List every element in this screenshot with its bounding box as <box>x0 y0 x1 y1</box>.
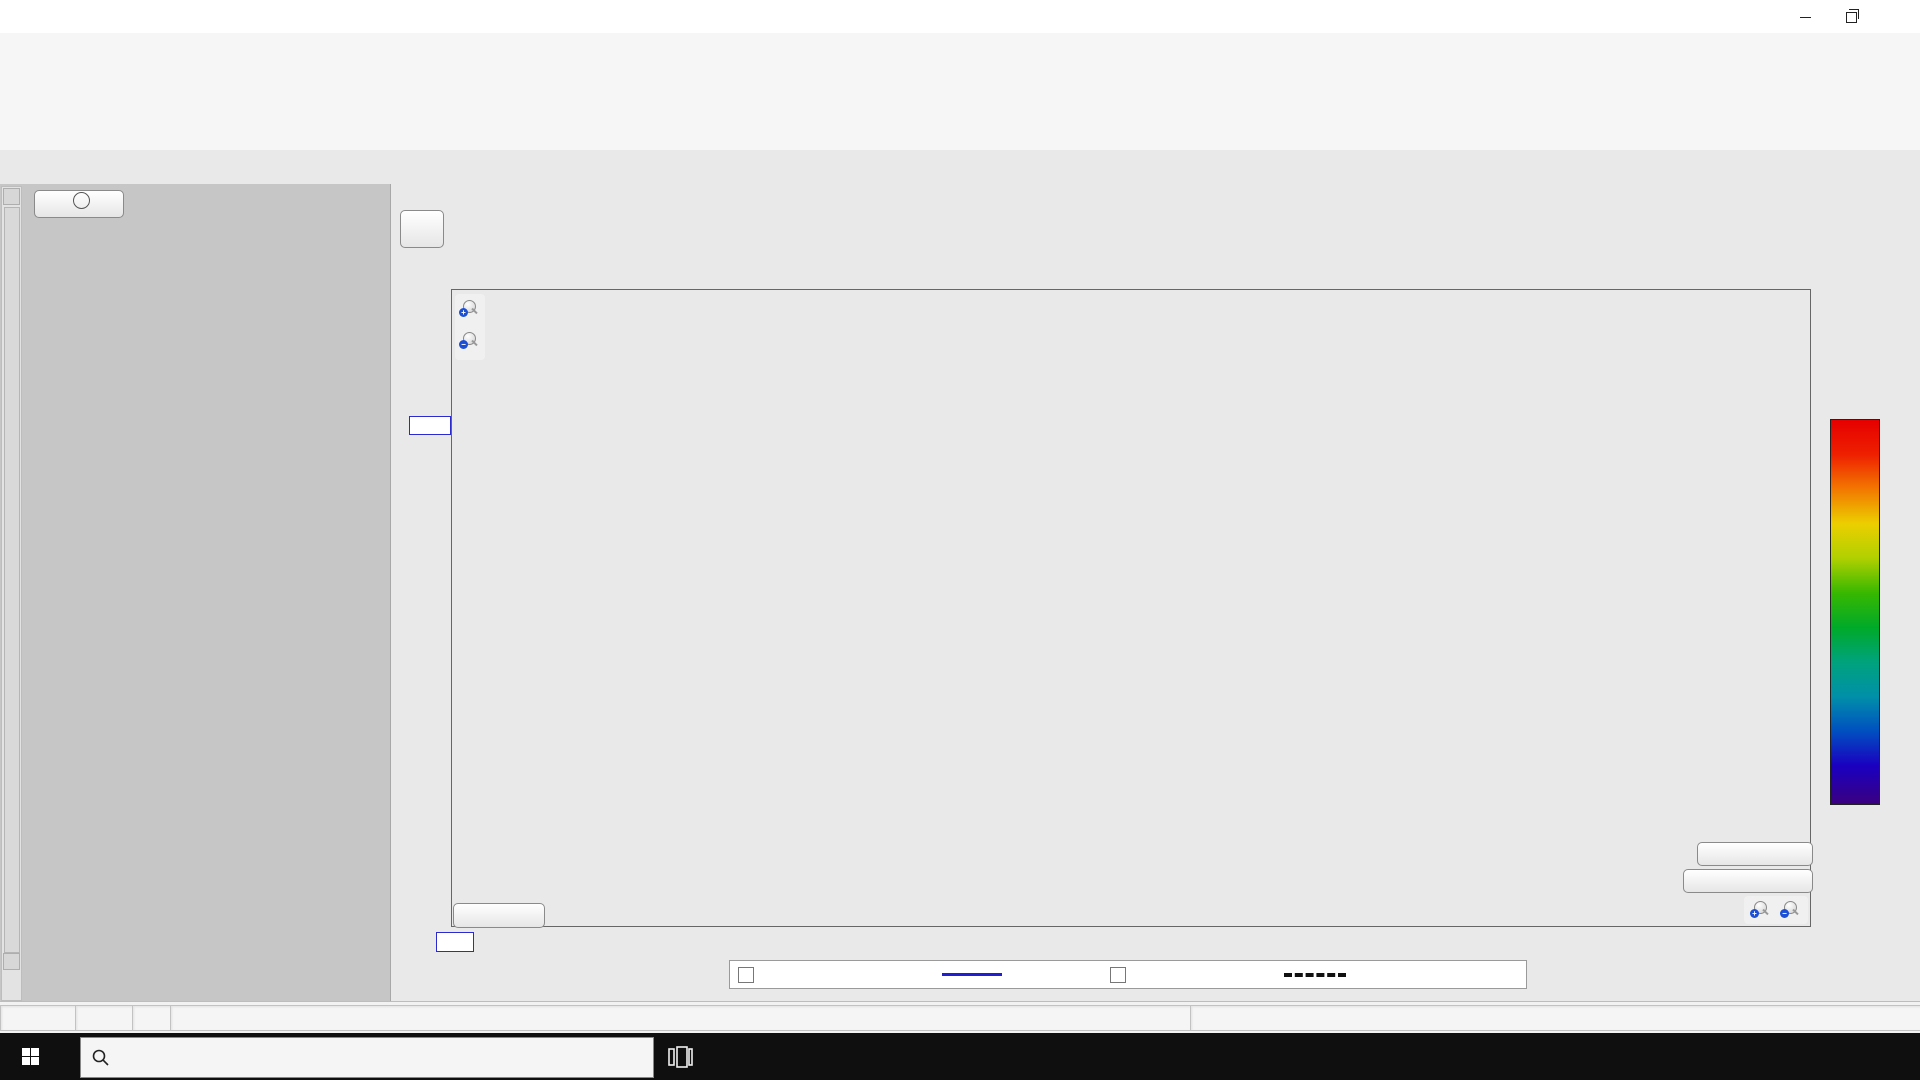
status-message <box>170 1005 1199 1031</box>
y-cursor-value[interactable] <box>409 416 451 435</box>
task-view-icon[interactable] <box>666 1043 698 1075</box>
status-memory <box>0 1005 84 1031</box>
zoom-out-icon[interactable]: − <box>461 332 477 348</box>
donation-banner <box>0 150 1920 185</box>
rew-application-window: + − + − <box>0 0 1920 1080</box>
x-cursor-value[interactable] <box>436 932 474 952</box>
capture-button[interactable] <box>400 210 444 248</box>
zoom-overlay-horizontal: + − <box>1744 896 1808 924</box>
restore-button[interactable] <box>1828 0 1874 33</box>
taskbar-search-input[interactable] <box>80 1037 654 1078</box>
start-button[interactable] <box>0 1033 60 1080</box>
graph-panel: + − + − <box>391 184 1920 1001</box>
minimize-button[interactable] <box>1782 0 1828 33</box>
search-icon <box>91 1048 111 1068</box>
windows-logo-icon <box>22 1048 39 1065</box>
zoom-out-icon[interactable]: − <box>1782 901 1798 917</box>
series2-checkbox[interactable] <box>1110 967 1126 983</box>
freq-range-button[interactable] <box>1683 869 1813 893</box>
generate-button[interactable] <box>453 903 545 928</box>
sidebar-scrollbar[interactable] <box>1 186 22 1001</box>
zoom-overlay-vertical: + − <box>455 294 485 360</box>
scroll-up-icon[interactable] <box>3 188 20 205</box>
status-bar <box>0 1001 1920 1034</box>
windows-taskbar <box>0 1033 1920 1080</box>
zoom-in-icon[interactable]: + <box>1752 901 1768 917</box>
series1-line-swatch <box>942 973 1002 976</box>
close-button[interactable] <box>1874 0 1920 33</box>
title-bar <box>0 0 1920 34</box>
series2-line-swatch <box>1284 973 1346 977</box>
zoom-in-icon[interactable]: + <box>461 300 477 316</box>
collapse-button[interactable] <box>34 190 124 218</box>
app-icon <box>8 7 26 25</box>
scroll-down-icon[interactable] <box>3 953 20 970</box>
menu-bar <box>0 33 1920 61</box>
spectrogram-plot[interactable] <box>451 289 1811 927</box>
time-range-button[interactable] <box>1697 842 1813 866</box>
main-area: + − + − <box>0 184 1920 1001</box>
status-empty <box>1190 1005 1920 1031</box>
toolbar <box>0 60 1920 151</box>
scrollbar-thumb[interactable] <box>4 207 20 953</box>
collapse-chevron-icon <box>73 192 90 209</box>
series1-checkbox[interactable] <box>738 967 754 983</box>
measurements-sidebar <box>0 184 391 1001</box>
colorbar <box>1830 419 1880 805</box>
plot-legend <box>729 960 1527 989</box>
